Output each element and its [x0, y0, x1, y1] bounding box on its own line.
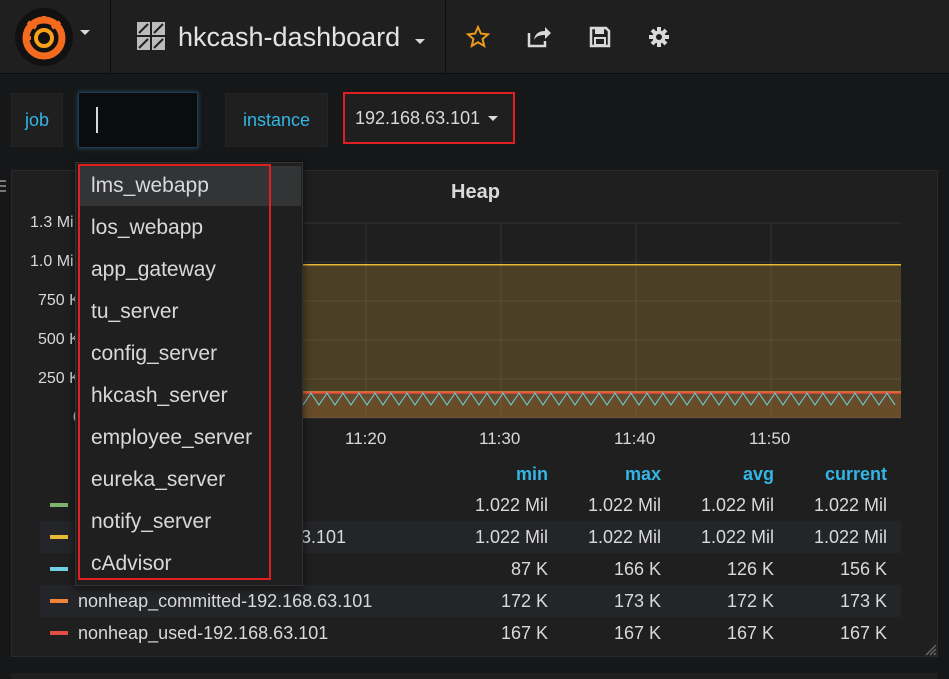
legend-header-max[interactable]: max — [561, 464, 661, 485]
series-color-swatch[interactable] — [50, 535, 68, 539]
y-tick-label: 500 K — [38, 331, 80, 348]
chevron-down-icon — [488, 115, 499, 121]
x-tick-label: 11:20 — [345, 429, 387, 448]
legend-value-current: 173 K — [839, 591, 887, 611]
legend-value-avg: 126 K — [726, 559, 774, 579]
star-icon[interactable] — [463, 20, 493, 54]
x-tick-label: 11:50 — [749, 429, 791, 448]
instance-variable-value: 192.168.63.101 — [355, 107, 481, 128]
divider — [110, 0, 111, 74]
legend-row[interactable]: nonheap_committed-192.168.63.101 172 K 173… — [40, 585, 901, 617]
legend-row[interactable]: nonheap_used-192.168.63.101 167 K 167 K 167… — [40, 617, 901, 649]
job-options-dropdown: lms_webapp los_webapp app_gateway tu_server… — [75, 162, 303, 586]
job-option-item[interactable]: hkcash_server — [79, 376, 301, 416]
series-color-swatch[interactable] — [50, 599, 68, 603]
text-cursor — [96, 107, 98, 133]
legend-value-avg: 167 K — [726, 623, 774, 643]
legend-header-min[interactable]: min — [448, 464, 548, 485]
save-icon[interactable] — [585, 20, 615, 54]
legend-value-current: 167 K — [839, 623, 887, 643]
y-tick-label: 1.0 Mi — [30, 253, 74, 270]
legend-value-min: 87 K — [510, 559, 548, 579]
legend-value-min: 167 K — [500, 623, 548, 643]
legend-value-max: 1.022 Mil — [587, 527, 661, 547]
instance-variable-label: instance — [225, 93, 329, 147]
x-tick-label: 11:40 — [614, 429, 656, 448]
legend-value-avg: 172 K — [726, 591, 774, 611]
next-panel-edge — [11, 673, 938, 679]
legend-value-avg: 1.022 Mil — [700, 527, 774, 547]
legend-value-max: 166 K — [613, 559, 661, 579]
legend-value-current: 1.022 Mil — [813, 495, 887, 515]
job-option-item[interactable]: app_gateway — [79, 250, 301, 290]
legend-value-min: 1.022 Mil — [474, 527, 548, 547]
job-option-item[interactable]: tu_server — [79, 292, 301, 332]
grafana-logo-icon[interactable] — [14, 8, 74, 66]
chevron-down-icon[interactable] — [415, 39, 425, 44]
top-navbar: hkcash-dashboard — [0, 0, 949, 74]
job-variable-input[interactable] — [78, 92, 198, 148]
job-option-item[interactable]: notify_server — [79, 502, 301, 542]
series-color-swatch[interactable] — [50, 567, 68, 571]
y-tick-label: 1.3 Mi — [30, 214, 74, 231]
share-icon[interactable] — [524, 20, 554, 54]
divider — [445, 0, 446, 74]
x-tick-label: 11:30 — [479, 429, 521, 448]
dashboard-title[interactable]: hkcash-dashboard — [178, 21, 400, 53]
row-drag-handle[interactable] — [0, 179, 6, 199]
gear-icon[interactable] — [644, 20, 674, 54]
job-variable-label: job — [11, 93, 64, 147]
legend-value-current: 1.022 Mil — [813, 527, 887, 547]
job-option-item[interactable]: cAdvisor — [79, 544, 301, 584]
panel-resize-handle[interactable] — [925, 643, 937, 656]
legend-series-name[interactable]: nonheap_used-192.168.63.101 — [78, 623, 328, 644]
legend-value-avg: 1.022 Mil — [700, 495, 774, 515]
job-option-item[interactable]: employee_server — [79, 418, 301, 458]
legend-value-max: 173 K — [613, 591, 661, 611]
y-tick-label: 250 K — [38, 370, 80, 387]
job-option-item[interactable]: los_webapp — [79, 208, 301, 248]
chevron-down-icon[interactable] — [80, 30, 90, 35]
legend-value-min: 1.022 Mil — [474, 495, 548, 515]
series-color-swatch[interactable] — [50, 631, 68, 635]
job-option-item[interactable]: config_server — [79, 334, 301, 374]
legend-series-name[interactable]: nonheap_committed-192.168.63.101 — [78, 591, 372, 612]
legend-header-avg[interactable]: avg — [674, 464, 774, 485]
legend-value-max: 1.022 Mil — [587, 495, 661, 515]
series-color-swatch[interactable] — [50, 503, 68, 507]
legend-value-min: 172 K — [500, 591, 548, 611]
job-option-item[interactable]: lms_webapp — [79, 166, 301, 206]
dashboard-grid-icon — [136, 21, 166, 51]
legend-series-name[interactable]: 3.101 — [301, 527, 346, 548]
legend-header-current[interactable]: current — [787, 464, 887, 485]
job-option-item[interactable]: eureka_server — [79, 460, 301, 500]
legend-value-max: 167 K — [613, 623, 661, 643]
y-tick-label: 750 K — [38, 292, 80, 309]
legend-value-current: 156 K — [839, 559, 887, 579]
instance-variable-select[interactable]: 192.168.63.101 — [343, 92, 515, 144]
